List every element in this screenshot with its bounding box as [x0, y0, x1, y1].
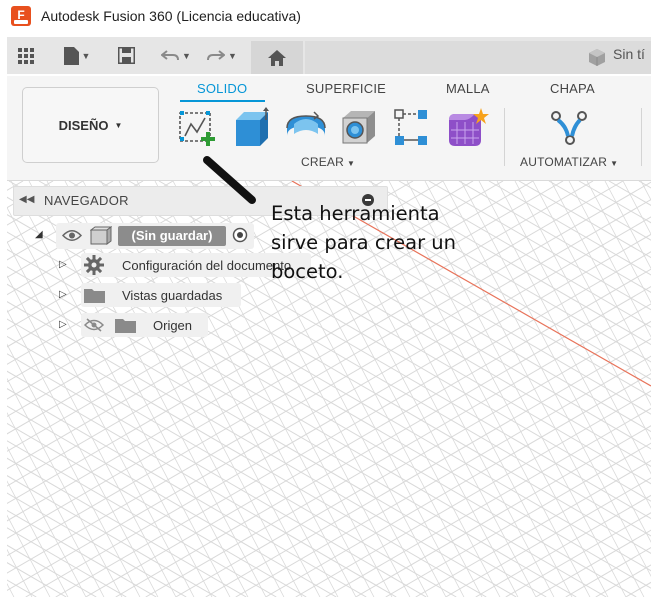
- grid-line: [578, 181, 651, 224]
- chevron-down-icon: ▼: [228, 50, 237, 61]
- grid-line: [532, 181, 651, 407]
- eye-hidden-icon[interactable]: [84, 318, 104, 332]
- pattern-button[interactable]: [391, 106, 431, 148]
- expand-toggle[interactable]: ▷: [59, 319, 67, 330]
- workspace-switcher[interactable]: DISEÑO ▼: [22, 87, 159, 163]
- ribbon-divider: [641, 108, 642, 166]
- annotation-text: Esta herramienta sirve para crear un boc…: [271, 199, 511, 286]
- automate-menu-label: AUTOMATIZAR: [520, 155, 608, 169]
- form-icon: [449, 108, 489, 146]
- toolbar-ribbon: DISEÑO ▼ SOLIDO SUPERFICIE MALLA CHAPA C…: [7, 76, 651, 181]
- revolve-button[interactable]: [284, 106, 326, 148]
- file-icon: [63, 46, 79, 65]
- hole-icon: [342, 111, 375, 144]
- redo-icon: [207, 49, 226, 60]
- tab-solido[interactable]: SOLIDO: [197, 81, 247, 96]
- chevron-down-icon: ▼: [114, 120, 123, 130]
- expand-toggle[interactable]: ▷: [59, 259, 67, 270]
- browser-title: NAVEGADOR: [44, 193, 129, 208]
- workspace-label: DISEÑO: [58, 117, 109, 133]
- chevron-down-icon: ▼: [182, 50, 191, 61]
- box-icon: [236, 107, 269, 146]
- automate-icon: [551, 111, 587, 145]
- document-tab-label: Sin tí: [613, 46, 645, 62]
- create-sketch-icon: [179, 111, 215, 146]
- root-component-label[interactable]: (Sin guardar): [118, 228, 226, 243]
- activate-radio-icon[interactable]: [232, 227, 248, 243]
- annotation-line-2: sirve para crear un: [271, 231, 457, 254]
- folder-icon: [84, 289, 105, 303]
- revolve-icon: [286, 111, 326, 136]
- chevron-down-icon: ▼: [81, 50, 91, 61]
- redo-button[interactable]: ▼: [202, 37, 242, 74]
- grid-line: [7, 579, 37, 597]
- tree-item-label: Origen: [153, 318, 193, 333]
- grid-line: [568, 181, 651, 338]
- data-panel-button[interactable]: [13, 37, 39, 74]
- eye-icon[interactable]: [62, 229, 82, 242]
- create-menu-label: CREAR: [301, 155, 345, 169]
- expand-toggle[interactable]: ▷: [59, 289, 67, 300]
- tab-chapa[interactable]: CHAPA: [550, 81, 595, 96]
- save-button[interactable]: [113, 37, 139, 74]
- hole-button[interactable]: [337, 106, 377, 148]
- title-bar: F Autodesk Fusion 360 (Licencia educativ…: [0, 0, 651, 33]
- tree-item-label: Vistas guardadas: [122, 288, 223, 303]
- annotation-line-1: Esta herramienta: [271, 202, 440, 225]
- create-form-button[interactable]: [445, 106, 489, 148]
- automate-button[interactable]: [548, 106, 588, 148]
- automate-menu-button[interactable]: AUTOMATIZAR ▼: [520, 155, 618, 169]
- undo-icon: [161, 49, 180, 60]
- expand-root-toggle[interactable]: ◢: [35, 229, 43, 240]
- grid-line: [7, 181, 24, 191]
- undo-button[interactable]: ▼: [157, 37, 195, 74]
- home-tab[interactable]: [251, 41, 303, 74]
- window-title: Autodesk Fusion 360 (Licencia educativa): [41, 8, 301, 24]
- collapse-browser-icon[interactable]: ◀◀: [19, 194, 34, 205]
- create-sketch-button[interactable]: [177, 106, 217, 148]
- grid-icon: [18, 47, 34, 64]
- grid-line: [608, 181, 651, 206]
- create-menu-button[interactable]: CREAR ▼: [301, 155, 355, 169]
- pattern-icon: [394, 109, 427, 145]
- ribbon-divider: [504, 108, 505, 166]
- tab-superficie[interactable]: SUPERFICIE: [306, 81, 386, 96]
- gear-icon: [84, 255, 104, 275]
- tab-malla[interactable]: MALLA: [446, 81, 490, 96]
- quick-access-toolbar: ▼ ▼ ▼ Sin tí: [7, 37, 651, 74]
- extrude-button[interactable]: [230, 106, 270, 148]
- grid-line: [496, 181, 651, 475]
- chevron-down-icon: ▼: [347, 159, 356, 168]
- fusion-logo-icon: F: [11, 6, 31, 26]
- chevron-down-icon: ▼: [610, 159, 619, 168]
- component-icon: [90, 226, 112, 245]
- component-icon: [589, 49, 605, 66]
- save-icon: [117, 47, 135, 64]
- active-tab-indicator: [180, 100, 265, 102]
- home-icon: [268, 49, 286, 66]
- folder-icon: [115, 319, 136, 333]
- file-menu-button[interactable]: ▼: [57, 37, 97, 74]
- tree-item-label: Configuración del documento: [122, 258, 292, 273]
- annotation-line-3: boceto.: [271, 260, 344, 283]
